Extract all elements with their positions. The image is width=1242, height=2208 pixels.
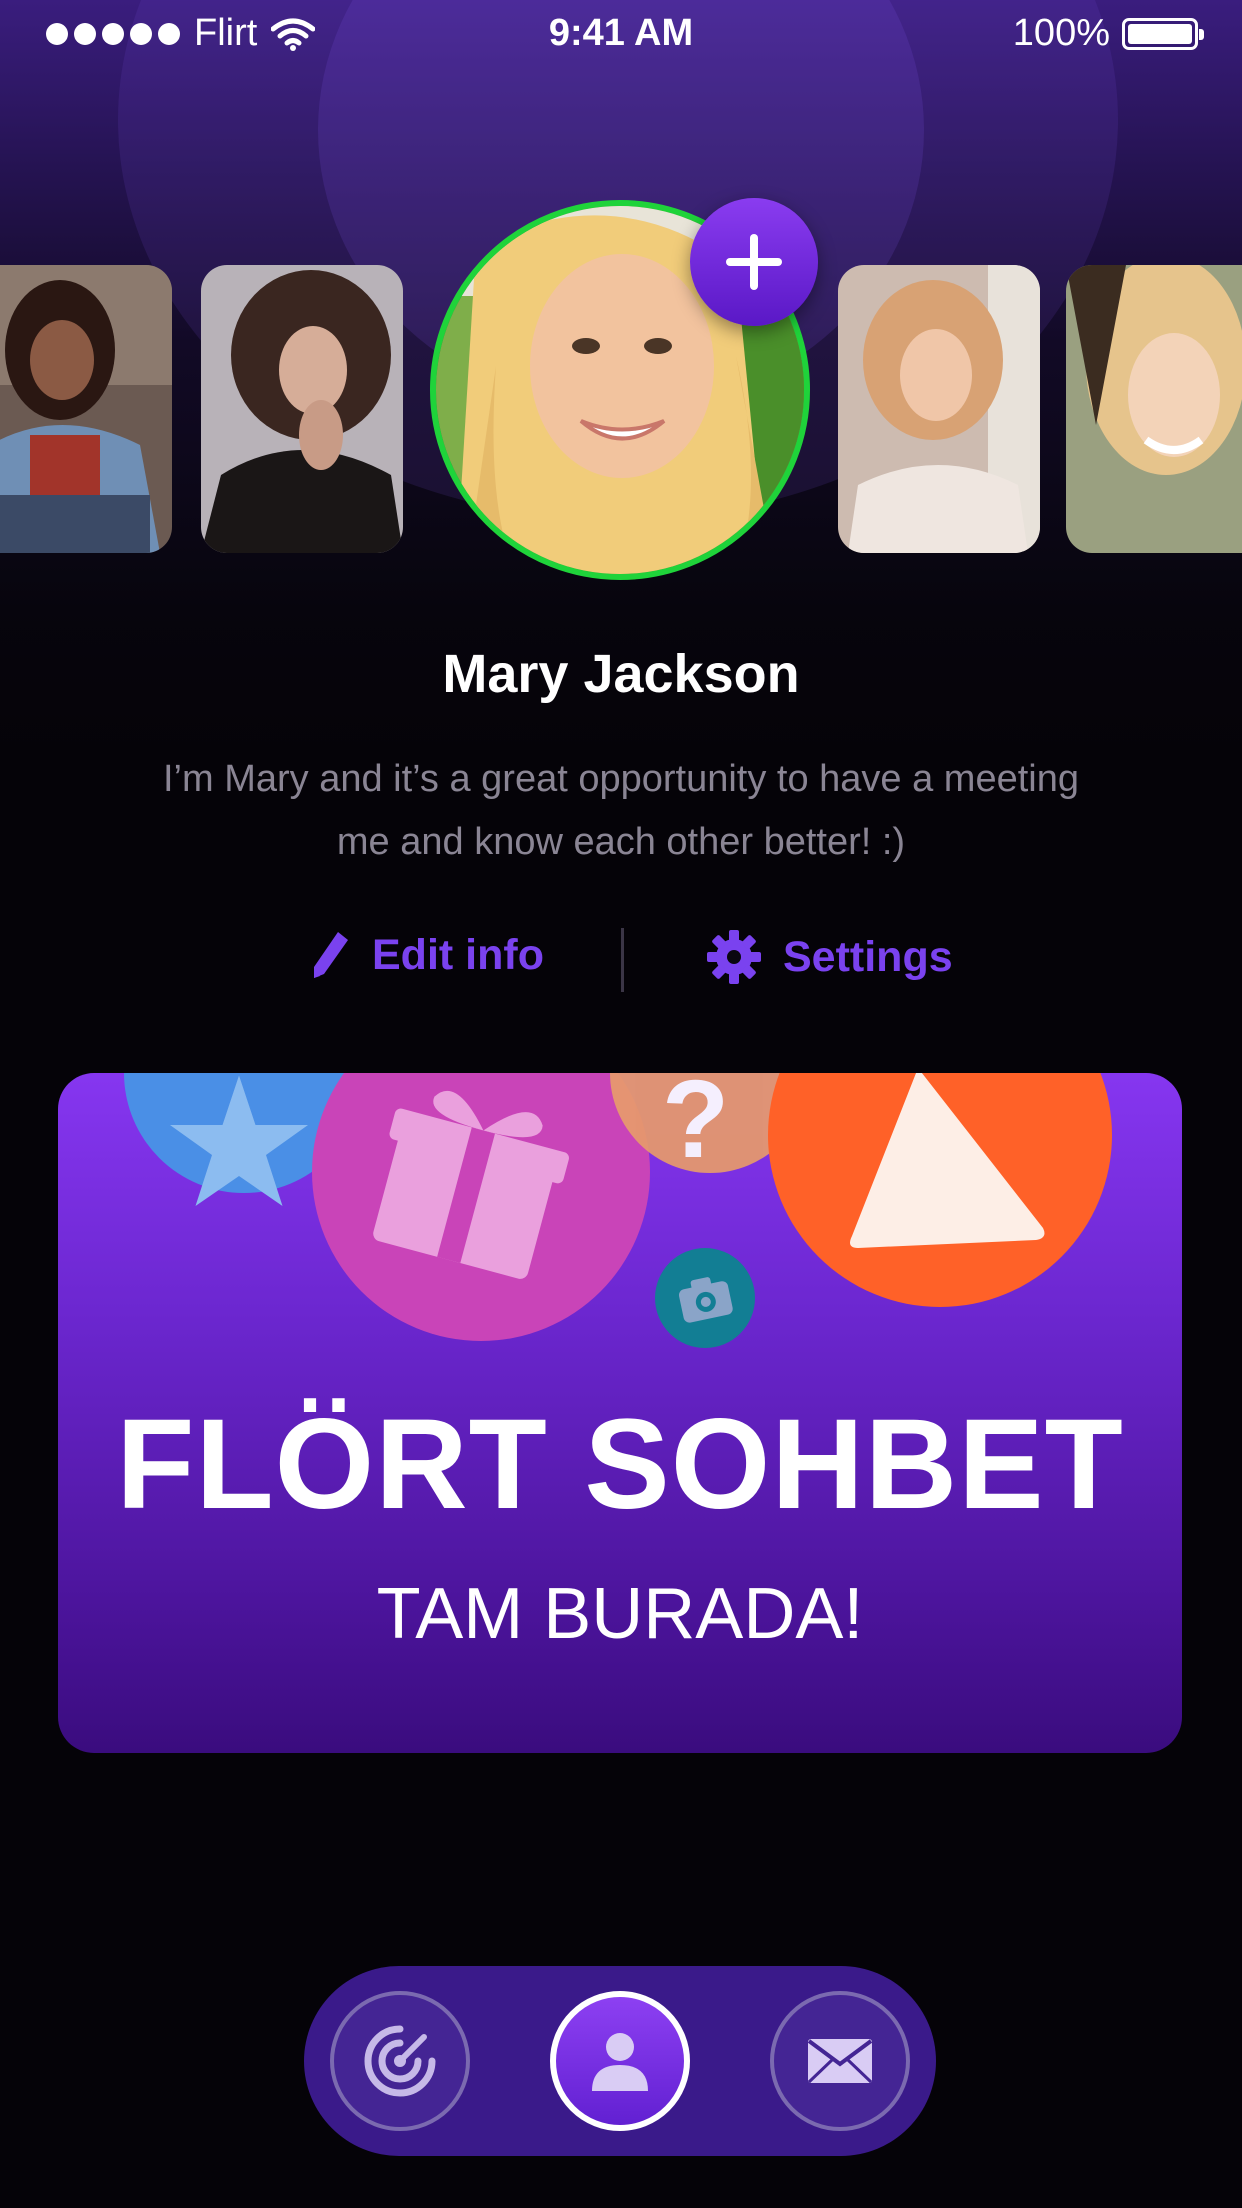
gallery-photo[interactable] — [838, 265, 1040, 553]
promo-title: FLÖRT SOHBET — [116, 1393, 1124, 1536]
gallery-photo[interactable] — [201, 265, 403, 553]
profile-bio: I’m Mary and it’s a great opportunity to… — [162, 758, 1079, 863]
promo-banner[interactable]: ? FLÖRT SOHBET TAM BURADA! — [58, 1073, 1182, 1753]
gallery-photo[interactable] — [0, 265, 172, 553]
edit-info-label: Edit info — [372, 930, 544, 979]
settings-button[interactable]: Settings — [707, 930, 953, 984]
star-icon — [170, 1075, 308, 1206]
gallery-photo[interactable] — [1066, 265, 1242, 553]
profile-actions: Edit info Settings — [0, 920, 1242, 1000]
divider — [621, 928, 624, 992]
settings-label: Settings — [783, 932, 953, 981]
gear-icon — [707, 930, 761, 984]
tab-messages[interactable] — [770, 1991, 910, 2131]
tab-radar[interactable] — [330, 1991, 470, 2131]
promo-subtitle: TAM BURADA! — [376, 1574, 864, 1654]
battery-icon — [1122, 17, 1204, 50]
add-photo-button[interactable] — [690, 198, 818, 326]
camera-bubble — [655, 1248, 755, 1348]
gift-icon — [373, 1091, 569, 1279]
profile-name: Mary Jackson — [442, 644, 800, 704]
play-icon — [850, 1073, 1045, 1248]
pencil-icon — [314, 932, 348, 978]
mail-icon — [807, 2039, 873, 2084]
bottom-tab-bar — [304, 1966, 936, 2156]
tab-profile[interactable] — [550, 1991, 690, 2131]
radar-icon — [364, 2025, 436, 2097]
edit-info-button[interactable]: Edit info — [312, 930, 544, 980]
battery-percent: 100% — [1012, 12, 1110, 54]
play-bubble — [768, 1073, 1112, 1307]
question-icon: ? — [662, 1073, 730, 1181]
plus-icon — [726, 234, 782, 290]
gift-bubble — [312, 1073, 650, 1341]
camera-icon — [678, 1277, 733, 1323]
profile-icon — [592, 2033, 648, 2091]
status-bar: Flirt 9:41 AM 100% — [0, 0, 1242, 66]
